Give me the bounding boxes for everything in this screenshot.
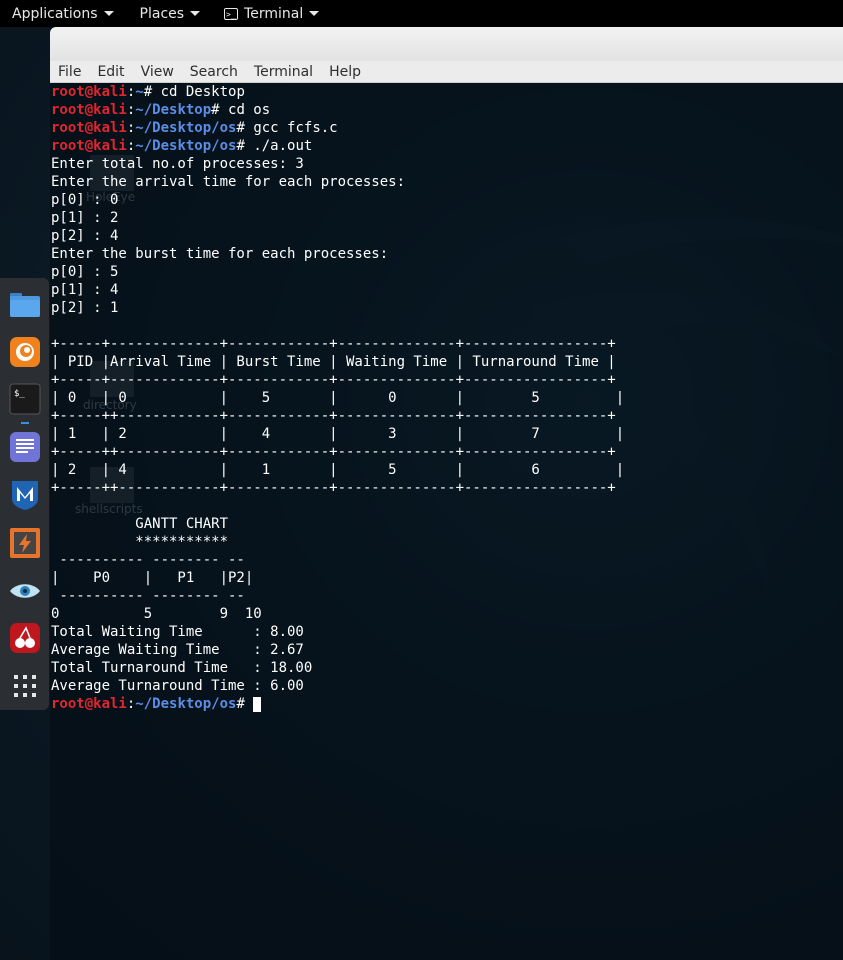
prompt-path: ~	[135, 84, 144, 100]
prompt-line: root@kali:~/Desktop# cd os	[51, 101, 843, 119]
prompt-line: root@kali:~/Desktop/os# ./a.out	[51, 137, 843, 155]
total-turnaround-time: Total Turnaround Time : 18.00	[51, 660, 313, 676]
chevron-down-icon	[103, 11, 114, 16]
prompt-user: root@kali	[51, 84, 127, 100]
applications-menu[interactable]: Applications	[0, 0, 126, 27]
prompt-path: ~/Desktop	[135, 102, 212, 118]
applications-label: Applications	[12, 5, 98, 22]
prompt-user: root@kali	[51, 696, 127, 712]
dock-firefox[interactable]	[5, 332, 45, 372]
text-editor-icon	[9, 432, 40, 463]
table-border: +-----+-------------+------------+------…	[51, 336, 616, 352]
table-border: +-----++------------+------------+------…	[51, 444, 616, 460]
output-line: Enter the burst time for each processes:	[51, 246, 389, 262]
terminal-output[interactable]: root@kali:~# cd Desktop root@kali:~/Desk…	[51, 83, 843, 960]
dock-eye[interactable]	[5, 571, 45, 611]
menu-edit[interactable]: Edit	[89, 64, 132, 80]
prompt-path: ~/Desktop/os	[135, 696, 237, 712]
output-line: Enter the arrival time for each processe…	[51, 174, 406, 190]
window-titlebar[interactable]	[50, 27, 843, 61]
metasploit-icon	[11, 481, 38, 511]
gantt-underline: ***********	[51, 534, 229, 550]
running-indicator	[20, 422, 29, 425]
output-line: p[0] : 5	[51, 264, 119, 280]
command-text: ./a.out	[253, 138, 313, 154]
dock-files[interactable]	[5, 284, 45, 324]
table-border: +-----++------------+------------+------…	[51, 408, 616, 424]
firefox-icon	[9, 336, 40, 367]
gantt-title: GANTT CHART	[51, 516, 229, 532]
output-line: p[1] : 4	[51, 282, 119, 298]
menu-file[interactable]: File	[50, 64, 89, 80]
prompt-user: root@kali	[51, 102, 127, 118]
table-row: | 0 | 0 | 5 | 0 | 5 |	[51, 390, 625, 406]
dock-burpsuite[interactable]	[5, 523, 45, 563]
prompt-user: root@kali	[51, 138, 127, 154]
files-icon	[9, 292, 40, 317]
table-border: +-----+-------------+------------+------…	[51, 372, 616, 388]
dock: $_	[0, 278, 49, 710]
gantt-timeline: 0 5 9 10	[51, 606, 262, 622]
average-turnaround-time: Average Turnaround Time : 6.00	[51, 678, 304, 694]
table-row: | 1 | 2 | 4 | 3 | 7 |	[51, 426, 625, 442]
prompt-line: root@kali:~/Desktop/os# gcc fcfs.c	[51, 119, 843, 137]
menu-search[interactable]: Search	[182, 64, 246, 80]
top-panel: Applications Places >_ Terminal	[0, 0, 843, 27]
dock-show-apps[interactable]	[5, 666, 45, 706]
output-line: p[2] : 1	[51, 300, 119, 316]
terminal-icon: $_	[9, 383, 40, 415]
average-waiting-time: Average Waiting Time : 2.67	[51, 642, 304, 658]
prompt-path: ~/Desktop/os	[135, 120, 237, 136]
prompt-symbol: #	[236, 120, 254, 136]
prompt-symbol: #	[236, 138, 254, 154]
menu-help[interactable]: Help	[321, 64, 369, 80]
dock-cherrytree[interactable]	[5, 618, 45, 658]
terminal-window[interactable]: File Edit View Search Terminal Help Hole…	[50, 27, 843, 960]
prompt-line: root@kali:~# cd Desktop	[51, 83, 843, 101]
output-line: p[1] : 2	[51, 210, 119, 226]
terminal-menubar: File Edit View Search Terminal Help	[50, 61, 843, 83]
output-line: Enter total no.of processes: 3	[51, 156, 304, 172]
dock-text-editor[interactable]	[5, 427, 45, 467]
gantt-processes: | P0 | P1 |P2|	[51, 570, 254, 586]
svg-text:$_: $_	[14, 389, 25, 399]
table-row: | 2 | 4 | 1 | 5 | 6 |	[51, 462, 625, 478]
command-text: gcc fcfs.c	[253, 120, 338, 136]
prompt-symbol: #	[143, 84, 161, 100]
dock-metasploit[interactable]	[5, 475, 45, 515]
gantt-border: ---------- -------- --	[51, 588, 245, 604]
terminal-app-label: Terminal	[244, 5, 304, 22]
prompt-symbol: #	[211, 102, 229, 118]
output-line: p[2] : 4	[51, 228, 119, 244]
text-cursor	[253, 696, 262, 712]
terminal-app-menu[interactable]: >_ Terminal	[212, 0, 331, 27]
cherrytree-icon	[9, 623, 40, 654]
prompt-symbol: #	[236, 696, 254, 712]
prompt-line[interactable]: root@kali:~/Desktop/os#	[51, 695, 843, 713]
output-line: p[0] : 0	[51, 192, 119, 208]
gantt-border: ---------- -------- --	[51, 552, 245, 568]
terminal-icon: >_	[224, 7, 239, 20]
chevron-down-icon	[190, 11, 201, 16]
menu-view[interactable]: View	[133, 64, 182, 80]
menu-terminal[interactable]: Terminal	[246, 64, 321, 80]
burpsuite-icon	[9, 527, 40, 558]
places-label: Places	[139, 5, 185, 22]
table-border: +-----++------------+------------+------…	[51, 480, 616, 496]
command-text: cd os	[228, 102, 271, 118]
total-waiting-time: Total Waiting Time : 8.00	[51, 624, 304, 640]
command-text: cd Desktop	[160, 84, 245, 100]
prompt-user: root@kali	[51, 120, 127, 136]
prompt-path: ~/Desktop/os	[135, 138, 237, 154]
places-menu[interactable]: Places	[128, 0, 213, 27]
dock-terminal[interactable]: $_	[5, 380, 45, 425]
eye-icon	[9, 583, 40, 598]
show-apps-icon	[13, 675, 36, 698]
chevron-down-icon	[309, 11, 320, 16]
table-header: | PID |Arrival Time | Burst Time | Waiti…	[51, 354, 616, 370]
